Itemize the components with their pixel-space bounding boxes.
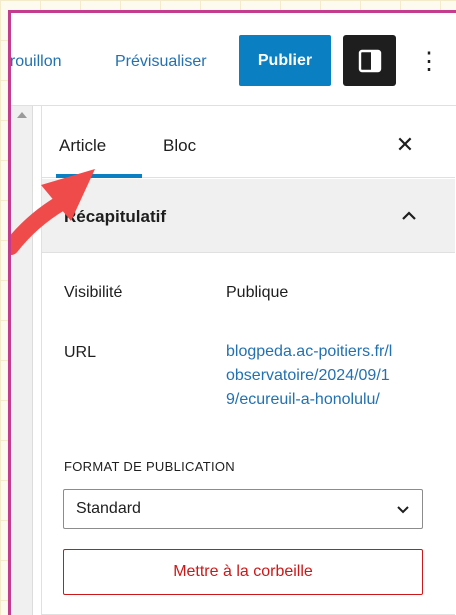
publish-button[interactable]: Publier [239,35,331,86]
settings-sidebar-toggle[interactable] [343,35,396,86]
post-format-select[interactable]: Standard [63,489,423,529]
post-format-value: Standard [76,500,141,517]
more-vertical-icon[interactable]: ⋮ [417,48,441,76]
post-format-label: FORMAT DE PUBLICATION [64,459,235,474]
url-value-link[interactable]: blogpeda.ac-poitiers.fr/lobservatoire/20… [226,340,398,412]
annotation-arrow-icon [11,169,95,255]
tab-article[interactable]: Article [59,136,106,156]
visibility-label: Visibilité [64,284,123,301]
preview-link[interactable]: Prévisualiser [115,53,207,71]
save-draft-link[interactable]: brouillon [11,53,61,71]
chevron-up-icon[interactable] [400,207,418,225]
visibility-value[interactable]: Publique [226,284,288,302]
editor-toolbar: brouillon Prévisualiser Publier ⋮ [11,13,456,105]
close-icon[interactable]: ✕ [392,132,418,158]
url-label: URL [64,344,97,361]
scroll-up-arrow-icon[interactable] [17,112,27,118]
chevron-down-icon [397,506,409,514]
sidebar-panel-icon [358,49,382,73]
move-to-trash-button[interactable]: Mettre à la corbeille [63,549,423,595]
editor-window: brouillon Prévisualiser Publier ⋮ Articl… [8,10,456,615]
tab-bloc[interactable]: Bloc [163,136,196,156]
